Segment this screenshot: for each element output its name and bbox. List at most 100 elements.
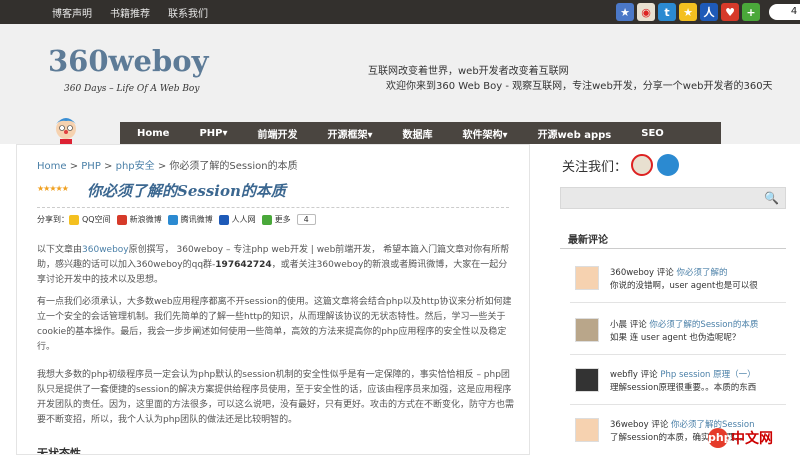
- nav-home[interactable]: Home: [120, 128, 182, 139]
- share-sina-label: 新浪微博: [129, 215, 162, 224]
- nav-opensource-framework[interactable]: 开源框架▾: [311, 126, 386, 141]
- watermark-logo: php: [708, 428, 732, 448]
- tencent-weibo-icon[interactable]: t: [658, 3, 676, 21]
- share-renren-label: 人人网: [231, 215, 256, 224]
- renren-icon[interactable]: 人: [700, 3, 718, 21]
- tencent-weibo-icon[interactable]: [657, 154, 680, 176]
- comment-author[interactable]: 360weboy: [610, 268, 654, 278]
- mascot-icon: [56, 118, 76, 144]
- rating-stars[interactable]: ★★★★★: [37, 184, 69, 193]
- comment-item[interactable]: 360weboy 评论 你必须了解的 你说的没错啊，user agent也是可以…: [570, 264, 786, 303]
- comment-item[interactable]: 小晨 评论 你必须了解的Session的本质 如果 连 user agent 也…: [570, 316, 786, 355]
- comment-says: 评论: [637, 370, 661, 380]
- follow-us: 关注我们：: [562, 154, 680, 176]
- comment-author[interactable]: 小晨: [610, 320, 627, 330]
- section-heading: 无状态性: [37, 447, 81, 455]
- nav-database[interactable]: 数据库: [386, 126, 446, 141]
- comment-author[interactable]: 36weboy: [610, 420, 649, 430]
- author-link[interactable]: 360weboy: [82, 245, 129, 255]
- nav-frontend[interactable]: 前端开发: [241, 126, 311, 141]
- follow-label: 关注我们：: [562, 159, 628, 175]
- post-paragraph-intro: 以下文章由360weboy原创撰写， 360weboy – 专注php web开…: [37, 243, 515, 288]
- site-slogan-line1: 互联网改变着世界，web开发者改变着互联网: [368, 66, 569, 77]
- share-more-label: 更多: [274, 215, 291, 224]
- breadcrumb-php-security[interactable]: php安全: [116, 161, 155, 172]
- search-input[interactable]: 🔍: [560, 187, 786, 209]
- post-paragraph-2: 有一点我们必须承认，大多数web应用程序都离不开session的使用。这篇文章将…: [37, 297, 512, 352]
- share-row: 分享到： QQ空间 新浪微博 腾讯微博 人人网 更多 4: [37, 214, 316, 225]
- recent-comments-title: 最新评论: [568, 235, 608, 246]
- renren-icon: [218, 214, 229, 225]
- breadcrumb-home[interactable]: Home: [37, 161, 67, 172]
- share-tencent-label: 腾讯微博: [180, 215, 213, 224]
- tencent-weibo-icon: [167, 214, 178, 225]
- plus-icon[interactable]: +: [742, 3, 760, 21]
- share-count: 4: [769, 4, 800, 20]
- nav-software-architecture[interactable]: 软件架构▾: [446, 126, 521, 141]
- comment-post-link[interactable]: Php session 原理（一）: [660, 370, 755, 380]
- social-share-bar: ★ ◉ t ★ 人 ♥ + 4: [616, 3, 800, 21]
- share-qzone-label: QQ空间: [82, 215, 111, 224]
- top-nav-book-recommend[interactable]: 书籍推荐: [110, 5, 150, 20]
- post-content: Home > PHP > php安全 > 你必须了解的Session的本质 ★★…: [16, 144, 530, 455]
- share-tencent-weibo[interactable]: 腾讯微博: [167, 214, 213, 225]
- plus-icon: [261, 214, 272, 225]
- comment-text: 理解session原理很重要。。本质的东西: [610, 383, 757, 393]
- comment-item[interactable]: webfly 评论 Php session 原理（一） 理解session原理很…: [570, 366, 786, 405]
- comment-says: 评论: [648, 420, 672, 430]
- weibo-icon[interactable]: [631, 154, 654, 176]
- avatar: [575, 318, 599, 342]
- nav-opensource-webapps[interactable]: 开源web apps: [521, 126, 625, 141]
- site-slogan-line2: 欢迎你来到360 Web Boy - 观察互联网，专注web开发，分享一个web…: [386, 81, 773, 92]
- php-cn-watermark: php 中文网: [708, 428, 773, 448]
- post-title[interactable]: 你必须了解的Session的本质: [87, 180, 286, 201]
- main-nav: Home PHP▾ 前端开发 开源框架▾ 数据库 软件架构▾ 开源web app…: [120, 122, 721, 144]
- recent-comments-divider: [560, 248, 786, 249]
- watermark-text: 中文网: [731, 431, 773, 447]
- share-sina-weibo[interactable]: 新浪微博: [116, 214, 162, 225]
- avatar: [575, 418, 599, 442]
- share-count-badge: 4: [296, 214, 316, 225]
- comment-text: 如果 连 user agent 也伪造呢呢？: [610, 333, 741, 343]
- breadcrumb: Home > PHP > php安全 > 你必须了解的Session的本质: [37, 157, 298, 172]
- top-nav-contact[interactable]: 联系我们: [168, 5, 208, 20]
- nav-php[interactable]: PHP▾: [182, 128, 240, 139]
- breadcrumb-sep: >: [154, 161, 170, 172]
- share-renren[interactable]: 人人网: [218, 214, 256, 225]
- comment-divider: [570, 404, 786, 405]
- comment-post-link[interactable]: 你必须了解的Session的本质: [649, 320, 758, 330]
- nav-seo[interactable]: SEO: [624, 128, 677, 139]
- top-nav: 博客声明 书籍推荐 联系我们: [52, 5, 208, 20]
- breadcrumb-sep: >: [100, 161, 116, 172]
- comment-text: 你说的没错啊，user agent也是可以很: [610, 281, 758, 291]
- comment-author[interactable]: webfly: [610, 370, 638, 380]
- weibo-icon: [116, 214, 127, 225]
- breadcrumb-sep: >: [66, 161, 82, 172]
- site-tagline: 360 Days – Life Of A Web Boy: [64, 84, 200, 94]
- sidebar: 关注我们： 🔍 最新评论 360weboy 评论 你必须了解的 你说的没错啊，u…: [560, 144, 786, 455]
- breadcrumb-current: 你必须了解的Session的本质: [169, 161, 298, 172]
- comment-post-link[interactable]: 你必须了解的: [676, 268, 727, 278]
- kaixin-icon[interactable]: ♥: [721, 3, 739, 21]
- qq-group-number: 197642724: [215, 260, 272, 270]
- breadcrumb-php[interactable]: PHP: [81, 161, 101, 172]
- qzone-icon[interactable]: ★: [679, 3, 697, 21]
- share-more[interactable]: 更多: [261, 214, 291, 225]
- share-label: 分享到：: [37, 215, 69, 224]
- star-icon[interactable]: ★: [616, 3, 634, 21]
- weibo-icon[interactable]: ◉: [637, 3, 655, 21]
- intro-text: 以下文章由: [37, 245, 83, 255]
- share-qzone[interactable]: QQ空间: [69, 214, 111, 225]
- post-paragraph-3: 我想大多数的php初级程序员一定会认为php默认的session机制的安全性似乎…: [37, 370, 515, 425]
- comment-says: 评论: [627, 320, 650, 330]
- search-icon[interactable]: 🔍: [764, 191, 779, 205]
- comment-divider: [570, 354, 786, 355]
- top-bar: 博客声明 书籍推荐 联系我们 ★ ◉ t ★ 人 ♥ + 4: [0, 0, 800, 24]
- title-divider: [37, 207, 509, 208]
- site-logo[interactable]: 360weboy: [48, 44, 208, 78]
- top-nav-blog-statement[interactable]: 博客声明: [52, 5, 92, 20]
- avatar: [575, 368, 599, 392]
- comment-divider: [570, 302, 786, 303]
- qzone-icon: [69, 214, 79, 225]
- avatar: [575, 266, 599, 290]
